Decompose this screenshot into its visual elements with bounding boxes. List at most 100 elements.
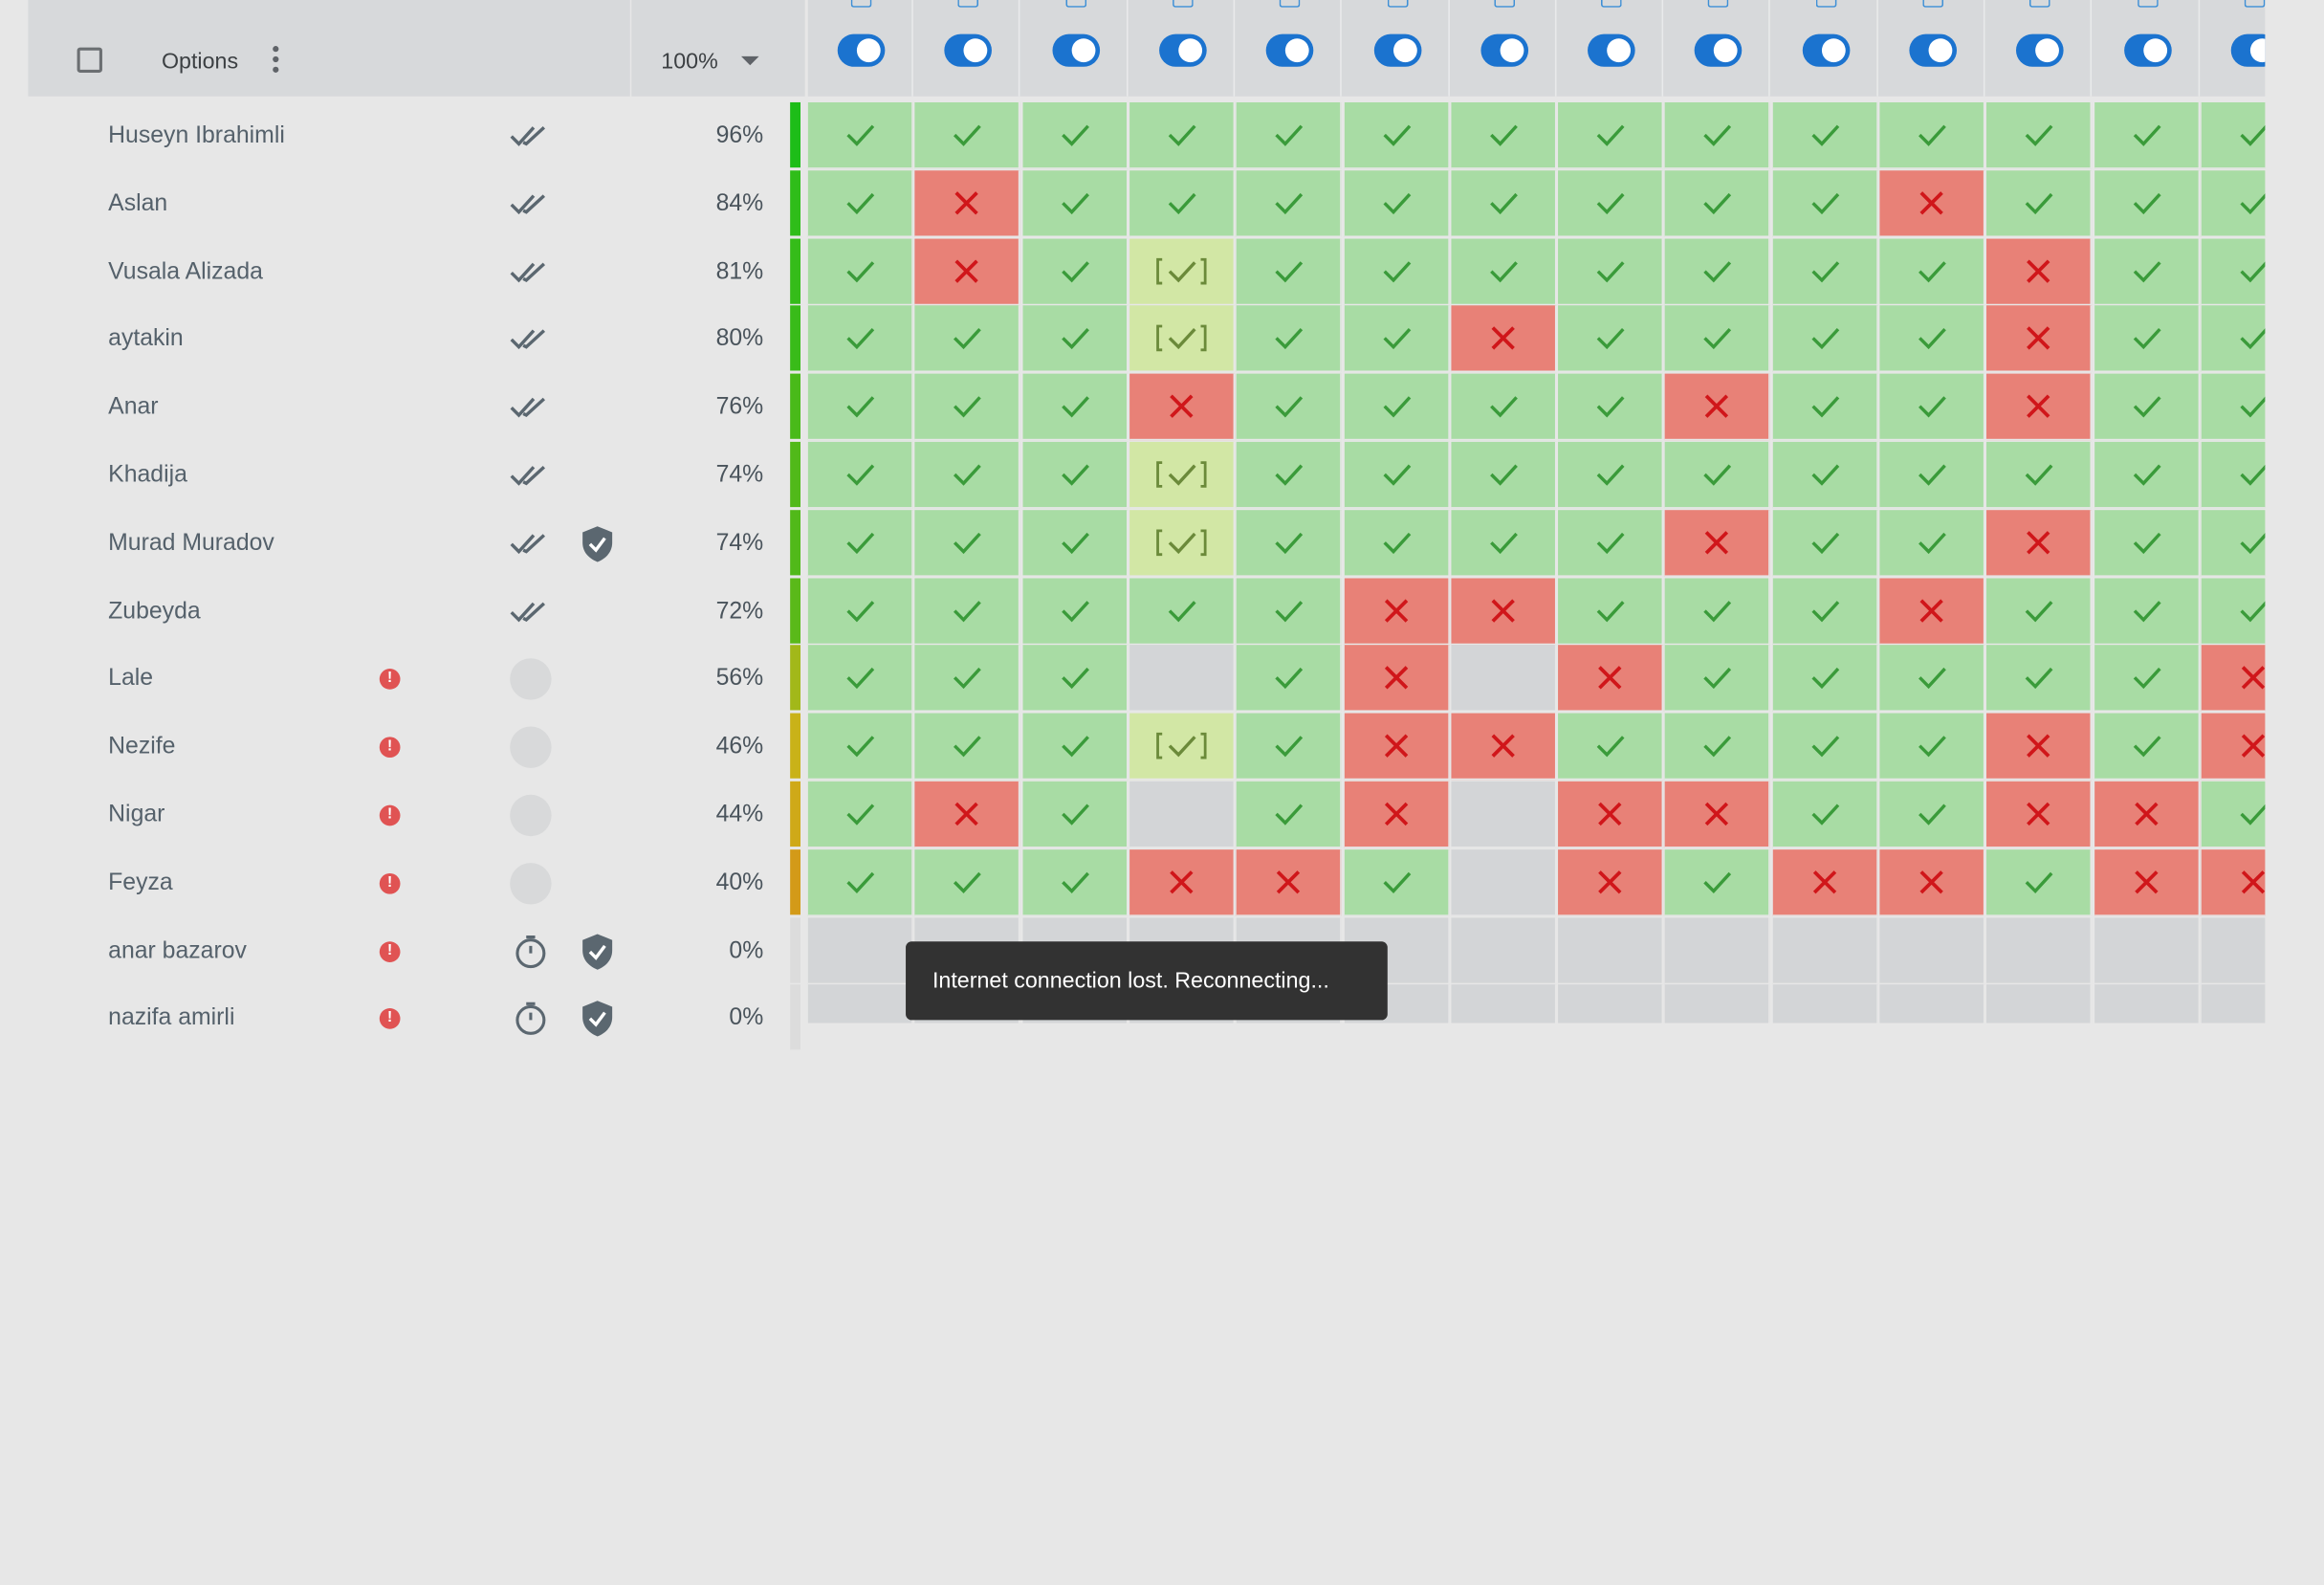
- answer-cell[interactable]: [1451, 916, 1557, 984]
- answer-cell[interactable]: [1236, 781, 1343, 848]
- answer-cell[interactable]: [1879, 305, 1985, 373]
- column-toggle[interactable]: [1695, 33, 1743, 67]
- answer-cell[interactable]: [1558, 577, 1664, 645]
- answer-cell[interactable]: [1129, 169, 1235, 237]
- answer-cell[interactable]: [1986, 984, 2093, 1024]
- student-name[interactable]: Lale: [108, 667, 153, 693]
- answer-cell[interactable]: [1986, 169, 2093, 237]
- answer-cell[interactable]: [1665, 305, 1771, 373]
- student-name[interactable]: nazifa amirli: [108, 1006, 234, 1033]
- answer-cell[interactable]: [1665, 441, 1771, 509]
- answer-cell[interactable]: [1451, 509, 1557, 577]
- answer-cell[interactable]: [914, 441, 1020, 509]
- answer-cell[interactable]: [1236, 713, 1343, 781]
- student-name[interactable]: Aslan: [108, 191, 167, 218]
- answer-cell[interactable]: [1236, 645, 1343, 713]
- answer-cell[interactable]: [1772, 645, 1878, 713]
- answer-cell[interactable]: [1451, 101, 1557, 169]
- answer-cell[interactable]: [1021, 101, 1128, 169]
- answer-cell[interactable]: [1879, 984, 1985, 1024]
- answer-cell[interactable]: [807, 169, 913, 237]
- zoom-selector[interactable]: 100%: [631, 0, 805, 97]
- answer-cell[interactable]: [2094, 916, 2200, 984]
- column-toggle[interactable]: [837, 33, 886, 67]
- answer-cell[interactable]: [2201, 577, 2266, 645]
- answer-cell[interactable]: [1772, 848, 1878, 916]
- answer-cell[interactable]: [1879, 781, 1985, 848]
- answer-cell[interactable]: [1772, 509, 1878, 577]
- answer-cell[interactable]: [914, 848, 1020, 916]
- answer-cell[interactable]: [1451, 237, 1557, 305]
- column-toggle[interactable]: [2230, 33, 2266, 67]
- column-toggle[interactable]: [1588, 33, 1635, 67]
- answer-cell[interactable]: [1986, 577, 2093, 645]
- answer-cell[interactable]: [1236, 509, 1343, 577]
- answer-cell[interactable]: [1772, 577, 1878, 645]
- answer-cell[interactable]: [1236, 373, 1343, 441]
- answer-cell[interactable]: [1558, 237, 1664, 305]
- document-icon[interactable]: [1922, 0, 1944, 8]
- answer-cell[interactable]: [1772, 237, 1878, 305]
- answer-cell[interactable]: [807, 781, 913, 848]
- answer-cell[interactable]: [1772, 713, 1878, 781]
- answer-cell[interactable]: [1665, 577, 1771, 645]
- answer-cell[interactable]: [1879, 101, 1985, 169]
- answer-cell[interactable]: [914, 781, 1020, 848]
- answer-cell[interactable]: [2201, 984, 2266, 1024]
- answer-cell[interactable]: [1558, 713, 1664, 781]
- answer-cell[interactable]: [2094, 577, 2200, 645]
- answer-cell[interactable]: [1558, 441, 1664, 509]
- answer-cell[interactable]: [1665, 781, 1771, 848]
- answer-cell[interactable]: [1558, 305, 1664, 373]
- answer-cell[interactable]: [1772, 916, 1878, 984]
- answer-cell[interactable]: [1129, 577, 1235, 645]
- answer-cell[interactable]: [1558, 781, 1664, 848]
- answer-cell[interactable]: [914, 645, 1020, 713]
- answer-cell[interactable]: [1879, 169, 1985, 237]
- answer-cell[interactable]: [1986, 713, 2093, 781]
- answer-cell[interactable]: [2201, 305, 2266, 373]
- student-name[interactable]: Huseyn Ibrahimli: [108, 123, 285, 150]
- answer-cell[interactable]: [1129, 441, 1235, 509]
- answer-cell[interactable]: [1665, 713, 1771, 781]
- answer-cell[interactable]: [1772, 169, 1878, 237]
- answer-cell[interactable]: [1558, 916, 1664, 984]
- document-icon[interactable]: [1494, 0, 1515, 8]
- answer-cell[interactable]: [1986, 373, 2093, 441]
- answer-cell[interactable]: [914, 305, 1020, 373]
- answer-cell[interactable]: [2201, 645, 2266, 713]
- zoom-label[interactable]: 100%: [661, 49, 717, 74]
- answer-cell[interactable]: [1879, 509, 1985, 577]
- answer-cell[interactable]: [2201, 237, 2266, 305]
- answer-cell[interactable]: [1451, 781, 1557, 848]
- column-toggle[interactable]: [944, 33, 993, 67]
- answer-cell[interactable]: [1665, 848, 1771, 916]
- answer-cell[interactable]: [1451, 441, 1557, 509]
- document-icon[interactable]: [2244, 0, 2266, 8]
- answer-cell[interactable]: [1129, 305, 1235, 373]
- document-icon[interactable]: [1064, 0, 1086, 8]
- answer-cell[interactable]: [1344, 169, 1450, 237]
- answer-cell[interactable]: [1129, 713, 1235, 781]
- answer-cell[interactable]: [1344, 101, 1450, 169]
- answer-cell[interactable]: [1129, 781, 1235, 848]
- answer-cell[interactable]: [914, 509, 1020, 577]
- answer-cell[interactable]: [1879, 848, 1985, 916]
- answer-cell[interactable]: [2201, 169, 2266, 237]
- student-name[interactable]: anar bazarov: [108, 938, 247, 965]
- column-toggle[interactable]: [1158, 33, 1207, 67]
- document-icon[interactable]: [2029, 0, 2051, 8]
- answer-cell[interactable]: [807, 577, 913, 645]
- answer-cell[interactable]: [1772, 101, 1878, 169]
- answer-cell[interactable]: [807, 645, 913, 713]
- answer-cell[interactable]: [1236, 577, 1343, 645]
- answer-cell[interactable]: [2094, 781, 2200, 848]
- answer-cell[interactable]: [1344, 237, 1450, 305]
- document-icon[interactable]: [850, 0, 872, 8]
- document-icon[interactable]: [1708, 0, 1729, 8]
- answer-cell[interactable]: [2094, 645, 2200, 713]
- answer-cell[interactable]: [2094, 169, 2200, 237]
- answer-cell[interactable]: [1021, 509, 1128, 577]
- answer-cell[interactable]: [1879, 373, 1985, 441]
- answer-cell[interactable]: [807, 509, 913, 577]
